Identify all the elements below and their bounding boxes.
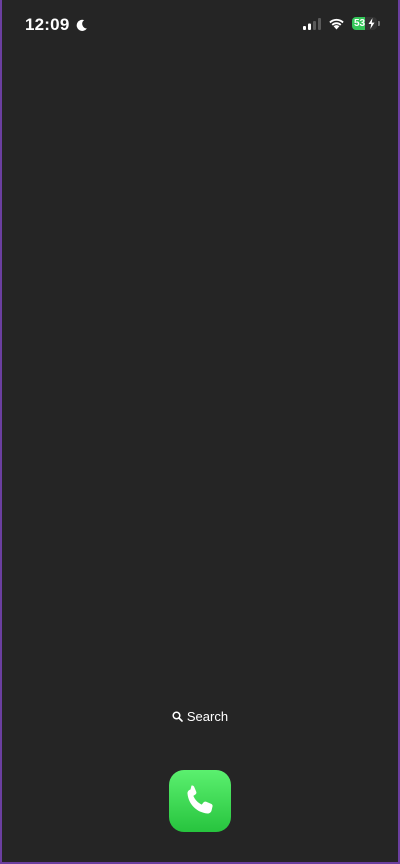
home-screen: 12:09 53 Search xyxy=(2,0,398,862)
wifi-icon xyxy=(329,18,344,29)
phone-app-icon[interactable] xyxy=(169,770,231,832)
battery: 53 xyxy=(352,17,377,30)
battery-indicator: 53 xyxy=(352,17,380,30)
status-bar: 12:09 53 xyxy=(2,0,398,54)
cellular-signal-icon xyxy=(303,17,321,30)
moon-icon xyxy=(77,19,88,31)
battery-cap xyxy=(378,21,380,26)
bolt-icon xyxy=(368,18,375,29)
search-icon xyxy=(172,711,183,722)
clock-group: 12:09 xyxy=(25,15,88,35)
phone-icon xyxy=(187,785,213,814)
spotlight-search-button[interactable]: Search xyxy=(2,709,398,724)
search-label: Search xyxy=(186,709,229,724)
status-indicators: 53 xyxy=(303,17,380,30)
clock: 12:09 xyxy=(25,15,70,34)
battery-level: 53 xyxy=(354,18,366,29)
dock xyxy=(2,770,398,832)
